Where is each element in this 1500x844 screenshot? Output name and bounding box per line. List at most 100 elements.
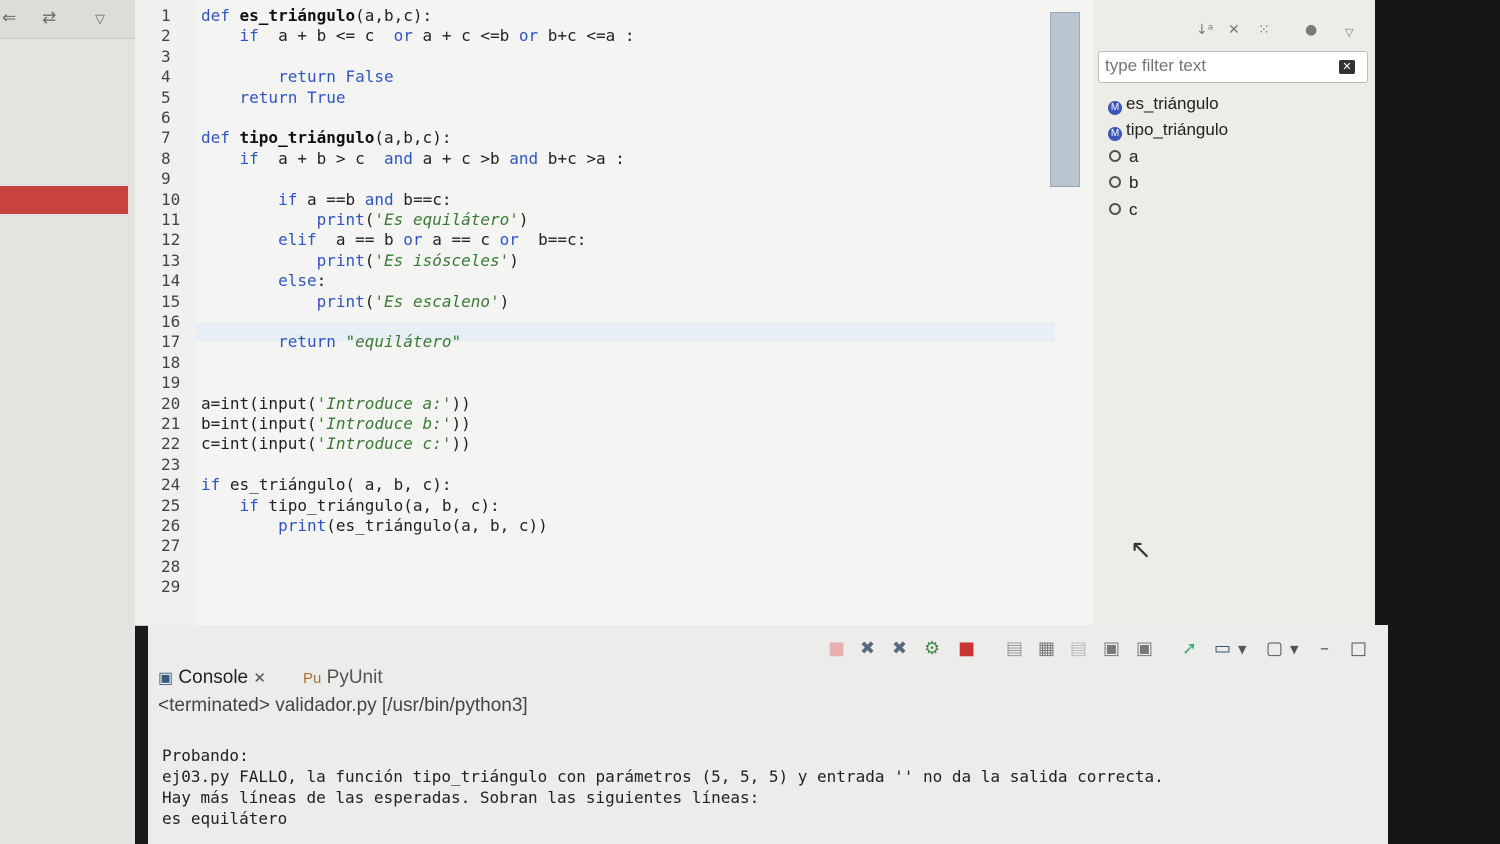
code-text: print(es_triángulo(a, b, c)) bbox=[201, 516, 548, 536]
clear-filter-icon[interactable]: ✕ bbox=[1339, 60, 1355, 74]
code-line[interactable]: 26 print(es_triángulo(a, b, c)) bbox=[135, 516, 1093, 536]
menu-chevron-icon[interactable]: ▽ bbox=[95, 12, 105, 27]
tab-console[interactable]: ▣ Console ✕ bbox=[158, 663, 266, 693]
show-on-error-icon[interactable]: ▣ bbox=[1136, 638, 1153, 659]
line-number: 2 bbox=[161, 26, 171, 46]
outline-item-es-triangulo[interactable]: Mes_triángulo bbox=[1108, 92, 1219, 116]
code-token: return bbox=[278, 332, 346, 352]
outline-item-a[interactable]: a bbox=[1108, 145, 1138, 169]
code-line[interactable]: 6 bbox=[135, 108, 1093, 128]
code-token: (es_triángulo(a, b, c)) bbox=[326, 516, 548, 535]
code-line[interactable]: 24 if es_triángulo( a, b, c): bbox=[135, 475, 1093, 495]
code-line[interactable]: 4 return False bbox=[135, 67, 1093, 87]
code-token: print bbox=[316, 250, 365, 270]
display-dropdown-icon[interactable]: ▼ bbox=[1238, 643, 1246, 656]
code-line[interactable]: 2 if a + b <= c or a + c <=b or b+c <=a … bbox=[135, 26, 1093, 46]
outline-item-tipo-triangulo[interactable]: Mtipo_triángulo bbox=[1108, 118, 1228, 142]
console-output-line: Hay más líneas de las esperadas. Sobran … bbox=[162, 788, 760, 807]
code-line[interactable]: 18 bbox=[135, 353, 1093, 373]
word-wrap-icon[interactable]: ▤ bbox=[1070, 638, 1087, 659]
code-line[interactable]: 14 else: bbox=[135, 271, 1093, 291]
pin-console-icon[interactable]: ➚ bbox=[1182, 638, 1197, 659]
code-line[interactable]: 13 print('Es isósceles') bbox=[135, 251, 1093, 271]
focus-icon[interactable]: ⁙ bbox=[1258, 22, 1270, 38]
code-line[interactable]: 3 bbox=[135, 47, 1093, 67]
selected-file-row[interactable] bbox=[0, 186, 128, 214]
code-line[interactable]: 17 return "equilátero" bbox=[135, 332, 1093, 352]
filter-input[interactable] bbox=[1099, 52, 1331, 80]
code-line[interactable]: 16 bbox=[135, 312, 1093, 332]
code-token: )) bbox=[451, 434, 471, 454]
line-number: 29 bbox=[161, 577, 181, 597]
code-token: print bbox=[316, 210, 365, 229]
outline-item-c[interactable]: c bbox=[1108, 198, 1138, 222]
code-text: if a ==b and b==c: bbox=[201, 190, 451, 210]
code-token: (a,b,c): bbox=[374, 128, 452, 148]
code-line[interactable]: 5 return True bbox=[135, 88, 1093, 108]
outline-filter-field[interactable]: ✕ bbox=[1098, 51, 1368, 83]
code-line[interactable]: 23 bbox=[135, 455, 1093, 475]
package-explorer-toolbar: ⇐ ⇄ ▽ bbox=[0, 0, 135, 39]
code-line[interactable]: 1 def es_triángulo(a,b,c): bbox=[135, 6, 1093, 26]
code-token: b==c: bbox=[393, 189, 452, 209]
code-line[interactable]: 11 print('Es equilátero') bbox=[135, 210, 1093, 230]
code-line[interactable]: 15 print('Es escaleno') bbox=[135, 292, 1093, 312]
code-line[interactable]: 8 if a + b > c and a + c >b and b+c >a : bbox=[135, 149, 1093, 169]
minimize-icon[interactable]: – bbox=[1320, 638, 1329, 659]
outline-toolbar: ↓ᵃ ✕ ⁙ ● ▽ bbox=[1093, 0, 1375, 50]
code-line[interactable]: 7 def tipo_triángulo(a,b,c): bbox=[135, 128, 1093, 148]
sort-icon[interactable]: ↓ᵃ bbox=[1196, 22, 1213, 38]
line-number: 13 bbox=[161, 250, 181, 270]
function-icon: M bbox=[1108, 127, 1122, 141]
mouse-pointer-icon: ↖ bbox=[1130, 535, 1152, 565]
open-dropdown-icon[interactable]: ▼ bbox=[1290, 643, 1298, 656]
debug-icon[interactable]: ⚙ bbox=[924, 638, 940, 659]
code-line[interactable]: 25 if tipo_triángulo(a, b, c): bbox=[135, 496, 1093, 516]
line-number: 18 bbox=[161, 352, 181, 372]
code-token: a == c bbox=[422, 230, 500, 250]
code-line[interactable]: 10 if a ==b and b==c: bbox=[135, 190, 1093, 210]
clear-console-icon[interactable]: ▤ bbox=[1006, 638, 1023, 659]
code-line[interactable]: 21 b=int(input('Introduce b:')) bbox=[135, 414, 1093, 434]
line-number: 3 bbox=[161, 46, 171, 66]
filter-icon[interactable]: ● bbox=[1305, 22, 1317, 38]
editor-scrollbar[interactable] bbox=[1050, 12, 1080, 187]
remove-all-icon[interactable]: ✖ bbox=[892, 638, 907, 659]
code-line[interactable]: 9 bbox=[135, 169, 1093, 189]
console-view: ■ ✖ ✖ ⚙ ■ ▤ ▦ ▤ ▣ ▣ ➚ ▭ ▼ ▢ ▼ – □ ▣ Cons… bbox=[148, 625, 1388, 844]
code-token: if bbox=[278, 189, 298, 209]
remove-launch-icon[interactable]: ✖ bbox=[860, 638, 875, 659]
code-text: def es_triángulo(a,b,c): bbox=[201, 6, 432, 26]
hide-fields-icon[interactable]: ✕ bbox=[1228, 22, 1240, 38]
link-icon[interactable]: ⇄ bbox=[42, 8, 56, 28]
scroll-lock-icon[interactable]: ▦ bbox=[1038, 638, 1055, 659]
code-line[interactable]: 22 c=int(input('Introduce c:')) bbox=[135, 434, 1093, 454]
code-line[interactable]: 20 a=int(input('Introduce a:')) bbox=[135, 394, 1093, 414]
code-text: return False bbox=[201, 67, 394, 87]
code-editor[interactable]: 1 def es_triángulo(a,b,c): 2 if a + b <= c… bbox=[135, 0, 1094, 626]
code-token: tipo_triángulo(a, b, c): bbox=[258, 495, 500, 515]
stop-icon[interactable]: ■ bbox=[958, 638, 975, 659]
maximize-icon[interactable]: □ bbox=[1350, 638, 1367, 659]
code-line[interactable]: 12 elif a == b or a == c or b==c: bbox=[135, 230, 1093, 250]
code-line[interactable]: 29 bbox=[135, 577, 1093, 597]
tab-pyunit[interactable]: Pu PyUnit bbox=[303, 663, 383, 693]
line-number: 7 bbox=[161, 128, 171, 148]
close-tab-icon[interactable]: ✕ bbox=[253, 670, 266, 687]
code-line[interactable]: 28 bbox=[135, 557, 1093, 577]
view-menu-icon[interactable]: ▽ bbox=[1345, 26, 1353, 39]
code-line[interactable]: 19 bbox=[135, 373, 1093, 393]
code-line[interactable]: 27 bbox=[135, 536, 1093, 556]
display-console-icon[interactable]: ▭ bbox=[1214, 638, 1231, 659]
collapse-icon[interactable]: ⇐ bbox=[2, 8, 16, 28]
show-on-output-icon[interactable]: ▣ bbox=[1103, 638, 1120, 659]
code-token: 'Es equilátero' bbox=[374, 210, 519, 229]
terminate-icon[interactable]: ■ bbox=[828, 638, 845, 659]
outline-item-b[interactable]: b bbox=[1108, 171, 1138, 195]
open-console-icon[interactable]: ▢ bbox=[1266, 638, 1283, 659]
line-number: 4 bbox=[161, 67, 171, 87]
line-number: 28 bbox=[161, 556, 181, 576]
